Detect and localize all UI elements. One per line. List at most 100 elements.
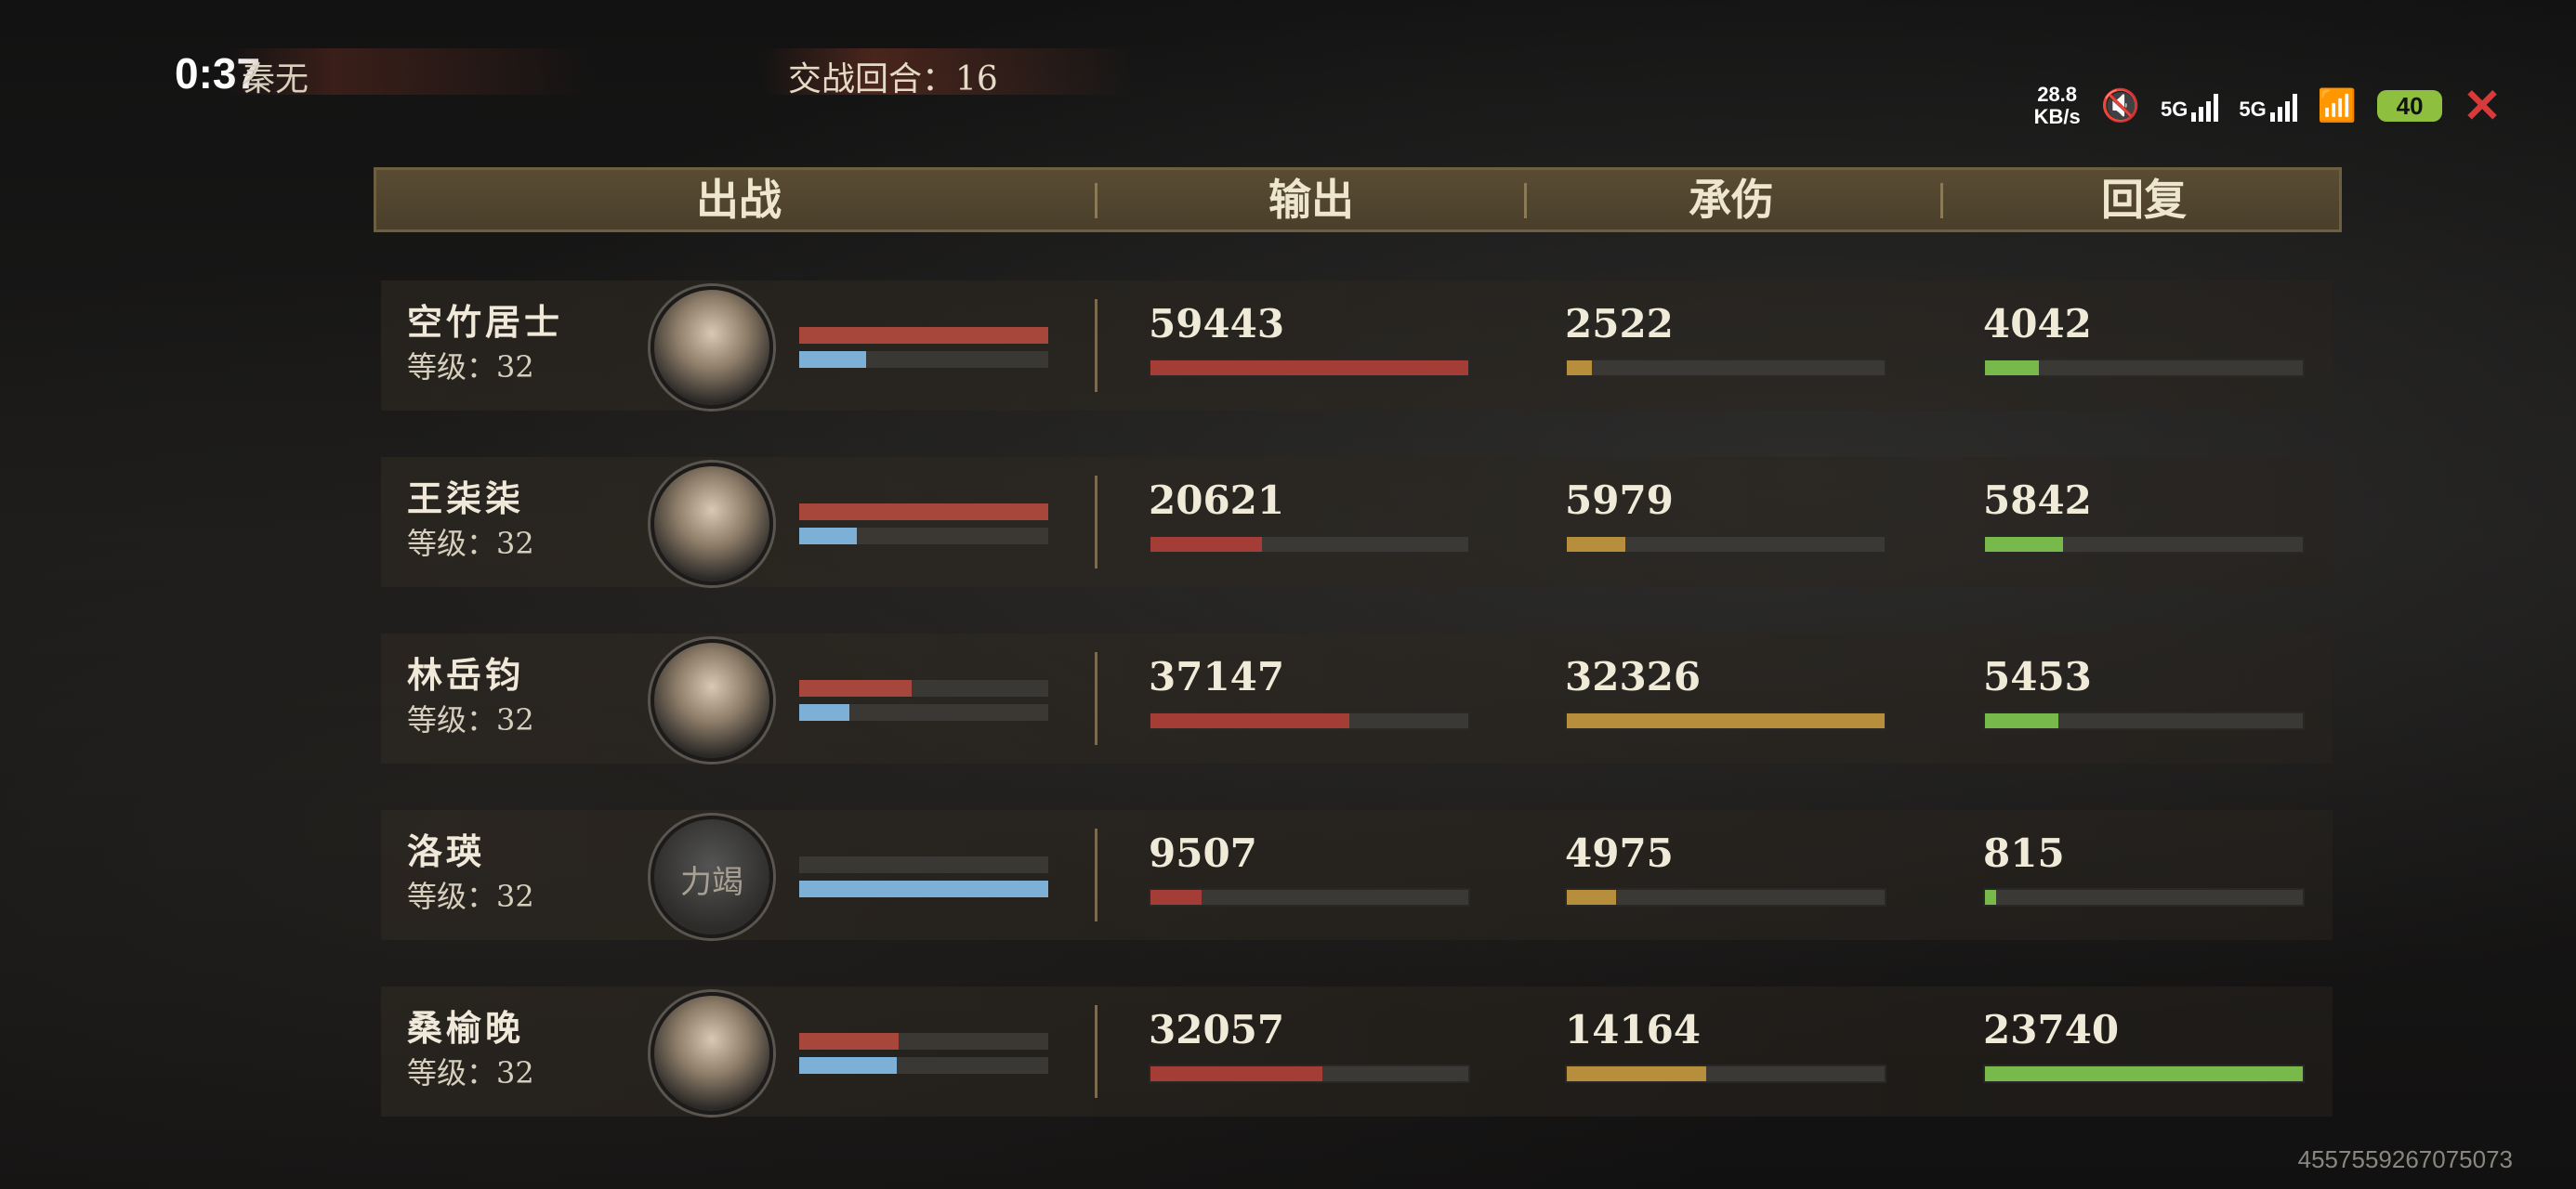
exhausted-label: 力竭 [680, 864, 743, 901]
battery-indicator: 40 [2377, 90, 2443, 122]
hp-bar-fill [799, 503, 1048, 520]
character-row[interactable]: 洛瑛 等级：32 力竭 9507 4975 815 [381, 810, 2333, 940]
heal-value: 815 [1983, 830, 2065, 876]
mp-bar [799, 881, 1048, 897]
output-value: 9507 [1149, 830, 1257, 876]
hp-bar-fill [799, 1033, 900, 1050]
character-avatar[interactable] [651, 992, 773, 1115]
tank-value: 2522 [1565, 301, 1674, 346]
character-level: 等级：32 [407, 526, 534, 561]
tank-bar-fill [1567, 537, 1626, 552]
character-row[interactable]: 王柒柒 等级：32 20621 5979 5842 [381, 457, 2333, 587]
heal-bar [1983, 888, 2305, 907]
sim1-signal: 5G [2161, 90, 2219, 122]
heal-value: 23740 [1983, 1007, 2120, 1052]
battle-round-label: 交战回合：16 [788, 60, 998, 98]
heal-bar-fill [1985, 537, 2064, 552]
output-bar [1149, 1065, 1470, 1083]
character-avatar[interactable] [651, 639, 773, 762]
tank-value: 4975 [1565, 830, 1674, 876]
hp-bar [799, 680, 1048, 697]
network-speed: 28.8 KB/s [2033, 83, 2081, 128]
heal-bar [1983, 359, 2305, 377]
hp-bar-fill [799, 327, 1048, 344]
header-output: 输出 [1268, 175, 1354, 225]
close-icon[interactable]: ✕ [2463, 83, 2502, 129]
heal-bar [1983, 535, 2305, 554]
character-row[interactable]: 空竹居士 等级：32 59443 2522 4042 [381, 281, 2333, 411]
heal-bar-fill [1985, 1066, 2303, 1081]
output-value: 20621 [1149, 477, 1285, 523]
output-value: 59443 [1149, 301, 1285, 346]
heal-bar-fill [1985, 360, 2040, 375]
character-avatar[interactable] [651, 286, 773, 409]
output-bar-fill [1150, 1066, 1322, 1081]
character-level: 等级：32 [407, 879, 534, 914]
mp-bar [799, 1057, 1048, 1074]
tank-bar [1565, 359, 1886, 377]
heal-value: 5842 [1983, 477, 2092, 523]
mp-bar-fill [799, 351, 867, 368]
character-name: 桑榆晚 [407, 1007, 525, 1049]
heal-bar [1983, 1065, 2305, 1083]
mp-bar [799, 528, 1048, 544]
tank-value: 32326 [1565, 654, 1702, 699]
row-divider [1095, 1005, 1097, 1098]
heal-bar-fill [1985, 890, 1996, 905]
character-name: 洛瑛 [407, 830, 486, 872]
character-row[interactable]: 桑榆晚 等级：32 32057 14164 23740 [381, 986, 2333, 1117]
heal-bar [1983, 712, 2305, 730]
wifi-icon: 📶 [2317, 88, 2358, 124]
hp-bar [799, 503, 1048, 520]
output-value: 32057 [1149, 1007, 1285, 1052]
hp-bar [799, 327, 1048, 344]
heal-value: 4042 [1983, 301, 2092, 346]
mp-bar [799, 351, 1048, 368]
output-bar-fill [1150, 537, 1262, 552]
mp-bar-fill [799, 528, 857, 544]
output-bar [1149, 888, 1470, 907]
hp-bar [799, 856, 1048, 873]
tank-bar-fill [1567, 1066, 1707, 1081]
header-heal: 回复 [2101, 175, 2187, 225]
mp-bar-fill [799, 881, 1048, 897]
tank-bar-fill [1567, 360, 1592, 375]
tank-value: 14164 [1565, 1007, 1702, 1052]
hp-bar [799, 1033, 1048, 1050]
character-level: 等级：32 [407, 702, 534, 738]
tank-bar-fill [1567, 890, 1616, 905]
character-level: 等级：32 [407, 349, 534, 385]
mp-bar-fill [799, 704, 849, 721]
character-avatar[interactable] [651, 463, 773, 585]
mp-bar [799, 704, 1048, 721]
sim2-signal: 5G [2239, 90, 2297, 122]
output-bar [1149, 359, 1470, 377]
heal-value: 5453 [1983, 654, 2092, 699]
output-bar-fill [1150, 713, 1349, 728]
character-avatar[interactable]: 力竭 [651, 816, 773, 938]
system-icons: 28.8 KB/s 🔇 5G 5G 📶 40 ✕ [2034, 78, 2502, 134]
tank-bar [1565, 1065, 1886, 1083]
output-bar [1149, 712, 1470, 730]
stats-header: 出战 输出 承伤 回复 [374, 167, 2342, 232]
player-name: 秦无 [242, 60, 309, 98]
battle-round-banner: 交战回合：16 [762, 48, 1134, 98]
output-value: 37147 [1149, 654, 1285, 699]
character-level: 等级：32 [407, 1055, 534, 1091]
heal-bar-fill [1985, 713, 2058, 728]
row-divider [1095, 652, 1097, 745]
character-name: 林岳钧 [407, 654, 525, 696]
player-name-banner: 秦无 [223, 48, 595, 98]
mp-bar-fill [799, 1057, 897, 1074]
character-row[interactable]: 林岳钧 等级：32 37147 32326 5453 [381, 634, 2333, 764]
output-bar-fill [1150, 360, 1468, 375]
tank-bar [1565, 712, 1886, 730]
header-sortie: 出战 [696, 175, 782, 225]
tank-bar [1565, 888, 1886, 907]
output-bar [1149, 535, 1470, 554]
character-name: 空竹居士 [407, 301, 564, 343]
header-tank: 承伤 [1689, 175, 1774, 225]
row-divider [1095, 299, 1097, 392]
mute-icon: 🔇 [2100, 88, 2141, 124]
character-name: 王柒柒 [407, 477, 525, 519]
